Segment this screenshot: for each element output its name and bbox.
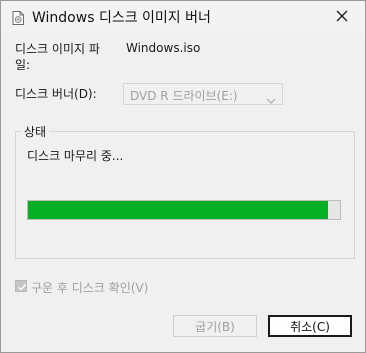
disc-burner-selected-value: DVD R 드라이브(E:) — [130, 89, 238, 103]
progress-bar-fill — [28, 201, 328, 219]
burn-button[interactable]: 굽기(B) — [173, 315, 257, 337]
title-bar[interactable]: Windows 디스크 이미지 버너 — [1, 1, 365, 33]
disc-image-file-label: 디스크 이미지 파일: — [15, 42, 100, 72]
close-icon — [336, 7, 348, 26]
disc-burner-select[interactable]: DVD R 드라이브(E:) — [123, 83, 283, 105]
verify-disc-checkbox[interactable] — [15, 280, 27, 292]
disc-image-file-value: Windows.iso — [126, 41, 201, 55]
verify-disc-label: 구운 후 디스크 확인(V) — [31, 281, 149, 295]
disc-image-icon — [12, 10, 24, 25]
status-group-title: 상태 — [21, 123, 50, 140]
chevron-down-icon — [266, 90, 276, 104]
status-message: 디스크 마무리 중... — [27, 149, 124, 163]
progress-bar — [27, 200, 341, 220]
window-title: Windows 디스크 이미지 버너 — [32, 10, 211, 26]
disc-burner-dialog: Windows 디스크 이미지 버너 디스크 이미지 파일: Windows.i… — [0, 0, 366, 353]
disc-burner-label: 디스크 버너(D): — [15, 87, 97, 101]
checkmark-icon — [18, 283, 27, 291]
cancel-button[interactable]: 취소(C) — [268, 315, 352, 337]
close-button[interactable] — [323, 1, 361, 32]
